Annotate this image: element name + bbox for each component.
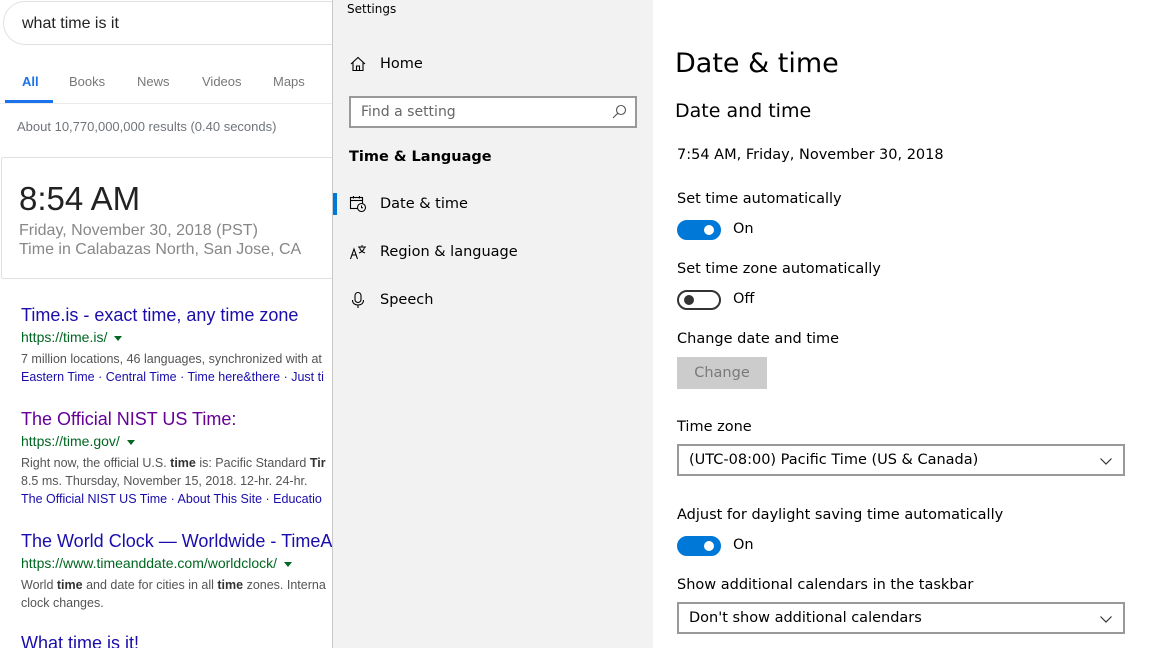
set-time-auto-label: Set time automatically (677, 191, 842, 207)
tab-books[interactable]: Books (69, 74, 105, 89)
change-date-time-label: Change date and time (677, 331, 840, 347)
nav-item-label: Speech (380, 292, 434, 308)
set-time-auto-state: On (733, 221, 754, 237)
toggle-knob (684, 295, 694, 305)
result-title[interactable]: What time is it! (21, 633, 340, 648)
set-time-auto-toggle[interactable] (677, 220, 721, 240)
result-snippet-line2: 8.5 ms. Thursday, November 15, 2018. 12-… (21, 474, 308, 488)
result-url[interactable]: https://www.timeanddate.com/worldclock/ (21, 555, 340, 571)
snippet-text: is: Pacific Standard (195, 456, 310, 470)
find-setting-box[interactable] (349, 96, 637, 128)
settings-content-pane: Date & time Date and time 7:54 AM, Frida… (653, 0, 1150, 648)
additional-calendars-value: Don't show additional calendars (689, 610, 922, 626)
search-query[interactable]: what time is it (22, 15, 119, 33)
nav-item-speech[interactable]: Speech (333, 281, 653, 321)
result-url-text[interactable]: https://time.gov/ (21, 433, 120, 449)
page-title: Date & time (675, 48, 839, 79)
additional-calendars-dropdown[interactable]: Don't show additional calendars (677, 602, 1125, 634)
caret-down-icon[interactable] (114, 335, 123, 341)
snippet-text: and date for cities in all (82, 578, 218, 592)
nav-home[interactable]: Home (333, 45, 653, 85)
result-snippet: 7 million locations, 46 languages, synch… (21, 352, 322, 366)
nav-item-date-time[interactable]: Date & time (333, 185, 653, 225)
set-timezone-auto-toggle[interactable] (677, 290, 721, 310)
tab-videos[interactable]: Videos (202, 74, 242, 89)
caret-down-icon[interactable] (126, 439, 135, 445)
dst-state: On (733, 537, 754, 553)
chevron-down-icon (1100, 458, 1112, 465)
search-result: The Official NIST US Time: https://time.… (21, 409, 340, 508)
snippet-text: Right now, the official U.S. (21, 456, 171, 470)
snippet-text: zones. Interna (243, 578, 326, 592)
result-snippet-line2: clock changes. (21, 596, 104, 610)
result-title[interactable]: The Official NIST US Time: (21, 409, 340, 430)
time-zone-value: (UTC-08:00) Pacific Time (US & Canada) (689, 452, 979, 468)
results-stats: About 10,770,000,000 results (0.40 secon… (17, 119, 277, 134)
nav-item-label: Region & language (380, 244, 518, 260)
window-title: Settings (347, 2, 397, 16)
home-icon (350, 56, 366, 72)
additional-calendars-label: Show additional calendars in the taskbar (677, 577, 974, 593)
search-result: What time is it! (21, 633, 340, 648)
tab-news[interactable]: News (137, 74, 170, 89)
google-search-page: what time is it All Books News Videos Ma… (0, 0, 340, 648)
caret-down-icon[interactable] (284, 561, 292, 567)
search-result: The World Clock — Worldwide - TimeAn htt… (21, 531, 340, 612)
search-result: Time.is - exact time, any time zone http… (21, 305, 340, 386)
answer-date: Friday, November 30, 2018 (PST) (19, 222, 258, 239)
result-sitelinks[interactable]: The Official NIST US Time · About This S… (21, 490, 340, 508)
time-answer-card: 8:54 AM Friday, November 30, 2018 (PST) … (1, 157, 340, 279)
change-button[interactable]: Change (677, 357, 767, 389)
tab-maps[interactable]: Maps (273, 74, 305, 89)
toggle-knob (704, 225, 714, 235)
current-date-time: 7:54 AM, Friday, November 30, 2018 (677, 147, 944, 163)
tabs-divider (0, 103, 340, 104)
find-setting-input[interactable] (351, 98, 611, 126)
chevron-down-icon (1100, 616, 1112, 623)
language-icon (349, 245, 366, 260)
snippet-highlight: time (56, 578, 83, 592)
section-subtitle: Date and time (675, 100, 812, 122)
calendar-clock-icon (349, 196, 367, 213)
result-sitelinks[interactable]: Eastern Time · Central Time · Time here&… (21, 368, 340, 386)
nav-section-title: Time & Language (349, 149, 492, 165)
snippet-text: World (21, 578, 57, 592)
settings-window: Settings Home Time & Language (332, 0, 1150, 648)
result-url[interactable]: https://time.gov/ (21, 433, 340, 449)
result-title[interactable]: The World Clock — Worldwide - TimeAn (21, 531, 340, 552)
settings-nav-pane: Settings Home Time & Language (333, 0, 653, 648)
tab-all[interactable]: All (22, 74, 39, 89)
dst-label: Adjust for daylight saving time automati… (677, 507, 1004, 523)
nav-item-region-language[interactable]: Region & language (333, 233, 653, 273)
result-title[interactable]: Time.is - exact time, any time zone (21, 305, 340, 326)
set-timezone-auto-state: Off (733, 291, 755, 307)
snippet-highlight: time (217, 578, 244, 592)
result-snippet: Right now, the official U.S. time is: Pa… (21, 454, 340, 472)
answer-time: 8:54 AM (19, 180, 141, 217)
dst-toggle[interactable] (677, 536, 721, 556)
set-timezone-auto-label: Set time zone automatically (677, 261, 881, 277)
result-url-text[interactable]: https://time.is/ (21, 329, 107, 345)
nav-home-label: Home (380, 56, 423, 72)
result-url[interactable]: https://time.is/ (21, 329, 340, 345)
microphone-icon (351, 291, 365, 308)
snippet-highlight: Tir (309, 456, 326, 470)
time-zone-label: Time zone (677, 419, 752, 435)
snippet-highlight: time (170, 456, 196, 470)
time-zone-dropdown[interactable]: (UTC-08:00) Pacific Time (US & Canada) (677, 444, 1125, 476)
toggle-knob (704, 541, 714, 551)
nav-item-label: Date & time (380, 196, 468, 212)
search-icon[interactable] (611, 104, 627, 120)
result-snippet: World time and date for cities in all ti… (21, 576, 340, 594)
result-url-text[interactable]: https://www.timeanddate.com/worldclock/ (21, 555, 277, 571)
google-search-box[interactable]: what time is it (3, 1, 340, 45)
answer-location: Time in Calabazas North, San Jose, CA (19, 241, 302, 258)
